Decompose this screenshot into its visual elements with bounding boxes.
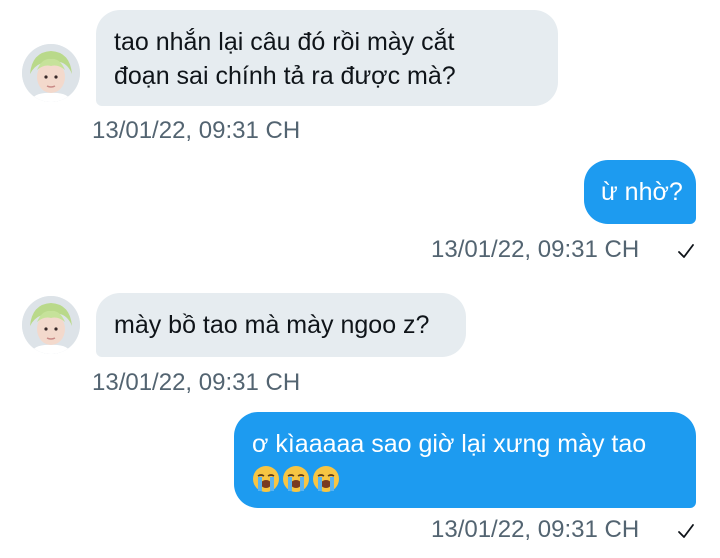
message-timestamp: 13/01/22, 09:31 CH	[431, 236, 640, 263]
message-text-line: ừ nhờ?	[601, 178, 683, 206]
check-icon	[678, 524, 694, 538]
message-bubble[interactable]: tao nhắn lại câu đó rồi mày cắt đoạn sai…	[96, 10, 558, 106]
message-bubble[interactable]: ừ nhờ?	[584, 160, 696, 224]
avatar[interactable]	[22, 296, 80, 354]
message-text-line: ơ kìaaaaa sao giờ lại xưng mày tao	[252, 430, 647, 458]
message-bubble[interactable]: ơ kìaaaaa sao giờ lại xưng mày tao	[234, 412, 696, 508]
message-text-line: mày bồ tao mà mày ngoo z?	[114, 311, 430, 339]
avatar[interactable]	[22, 44, 80, 102]
loudly-crying-face-icon	[283, 466, 309, 492]
message-bubble[interactable]: mày bồ tao mà mày ngoo z?	[96, 293, 466, 357]
message-timestamp: 13/01/22, 09:31 CH	[92, 117, 301, 144]
message-timestamp: 13/01/22, 09:31 CH	[92, 369, 301, 396]
check-icon	[678, 244, 694, 258]
loudly-crying-face-icon	[313, 466, 339, 492]
message-timestamp: 13/01/22, 09:31 CH	[431, 516, 640, 543]
emoji-row	[252, 465, 340, 493]
message-text-line: đoạn sai chính tả ra được mà?	[114, 62, 456, 90]
loudly-crying-face-icon	[253, 466, 279, 492]
avatar-image	[22, 44, 80, 102]
message-text-line: tao nhắn lại câu đó rồi mày cắt	[114, 28, 455, 56]
avatar-image	[22, 296, 80, 354]
